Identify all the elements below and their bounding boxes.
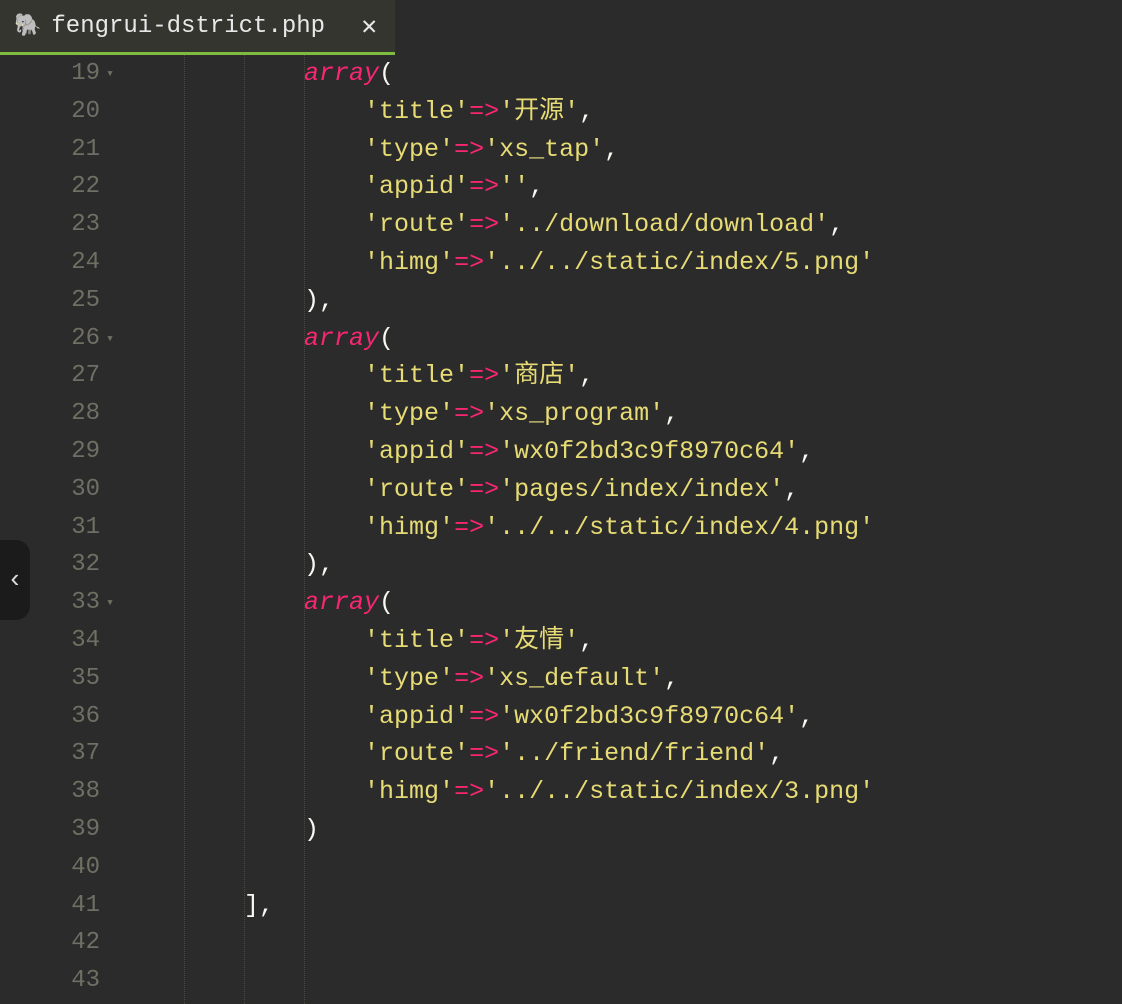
line-number: 28 [0,395,100,433]
code-line[interactable]: array( [124,584,1122,622]
fold-toggle-icon[interactable]: ▾ [106,320,114,358]
line-number: 23 [0,206,100,244]
code-line[interactable]: 'himg'=>'../../static/index/4.png' [124,509,1122,547]
code-line[interactable]: 'himg'=>'../../static/index/3.png' [124,773,1122,811]
gutter: 19▾20212223242526▾27282930313233▾3435363… [0,55,118,1004]
line-number: 25 [0,282,100,320]
line-number: 41 [0,887,100,925]
code-line[interactable]: 'title'=>'开源', [124,93,1122,131]
code-line[interactable]: array( [124,55,1122,93]
code-line[interactable]: 'route'=>'pages/index/index', [124,471,1122,509]
line-number: 38 [0,773,100,811]
line-number: 20 [0,93,100,131]
line-number: 27 [0,357,100,395]
code-line[interactable] [124,924,1122,962]
line-number: 39 [0,811,100,849]
code-line[interactable]: 'title'=>'商店', [124,357,1122,395]
tab-active[interactable]: 🐘 fengrui-dstrict.php ✕ [0,0,395,55]
code-line[interactable]: ) [124,811,1122,849]
code-line[interactable]: ), [124,282,1122,320]
code-line[interactable]: 'appid'=>'wx0f2bd3c9f8970c64', [124,433,1122,471]
line-number: 24 [0,244,100,282]
line-number: 42 [0,924,100,962]
code-line[interactable]: 'appid'=>'wx0f2bd3c9f8970c64', [124,698,1122,736]
line-number: 34 [0,622,100,660]
line-number: 30 [0,471,100,509]
line-number: 19▾ [0,55,100,93]
code-line[interactable]: 'type'=>'xs_default', [124,660,1122,698]
line-number: 29 [0,433,100,471]
fold-toggle-icon[interactable]: ▾ [106,55,114,93]
code-line[interactable]: ], [124,887,1122,925]
code-line[interactable] [124,962,1122,1000]
tab-bar: 🐘 fengrui-dstrict.php ✕ [0,0,1122,55]
fold-toggle-icon[interactable]: ▾ [106,584,114,622]
php-elephant-icon: 🐘 [14,13,41,39]
code-line[interactable]: 'himg'=>'../../static/index/5.png' [124,244,1122,282]
line-number: 22 [0,168,100,206]
line-number: 40 [0,849,100,887]
editor[interactable]: 19▾20212223242526▾27282930313233▾3435363… [0,55,1122,1004]
close-icon[interactable]: ✕ [361,11,377,42]
sidebar-toggle-handle[interactable]: ‹ [0,540,30,620]
code-line[interactable]: 'route'=>'../friend/friend', [124,735,1122,773]
code-area[interactable]: array( 'title'=>'开源', 'type'=>'xs_tap', … [118,55,1122,1004]
code-line[interactable]: array( [124,320,1122,358]
line-number: 35 [0,660,100,698]
code-line[interactable]: 'type'=>'xs_program', [124,395,1122,433]
line-number: 37 [0,735,100,773]
code-line[interactable]: 'appid'=>'', [124,168,1122,206]
line-number: 43 [0,962,100,1000]
line-number: 21 [0,131,100,169]
code-line[interactable]: 'type'=>'xs_tap', [124,131,1122,169]
tab-filename: fengrui-dstrict.php [51,13,325,40]
line-number: 26▾ [0,320,100,358]
code-line[interactable]: ), [124,546,1122,584]
chevron-left-icon: ‹ [7,565,23,595]
line-number: 36 [0,698,100,736]
code-line[interactable] [124,849,1122,887]
code-line[interactable]: 'title'=>'友情', [124,622,1122,660]
code-line[interactable]: 'route'=>'../download/download', [124,206,1122,244]
